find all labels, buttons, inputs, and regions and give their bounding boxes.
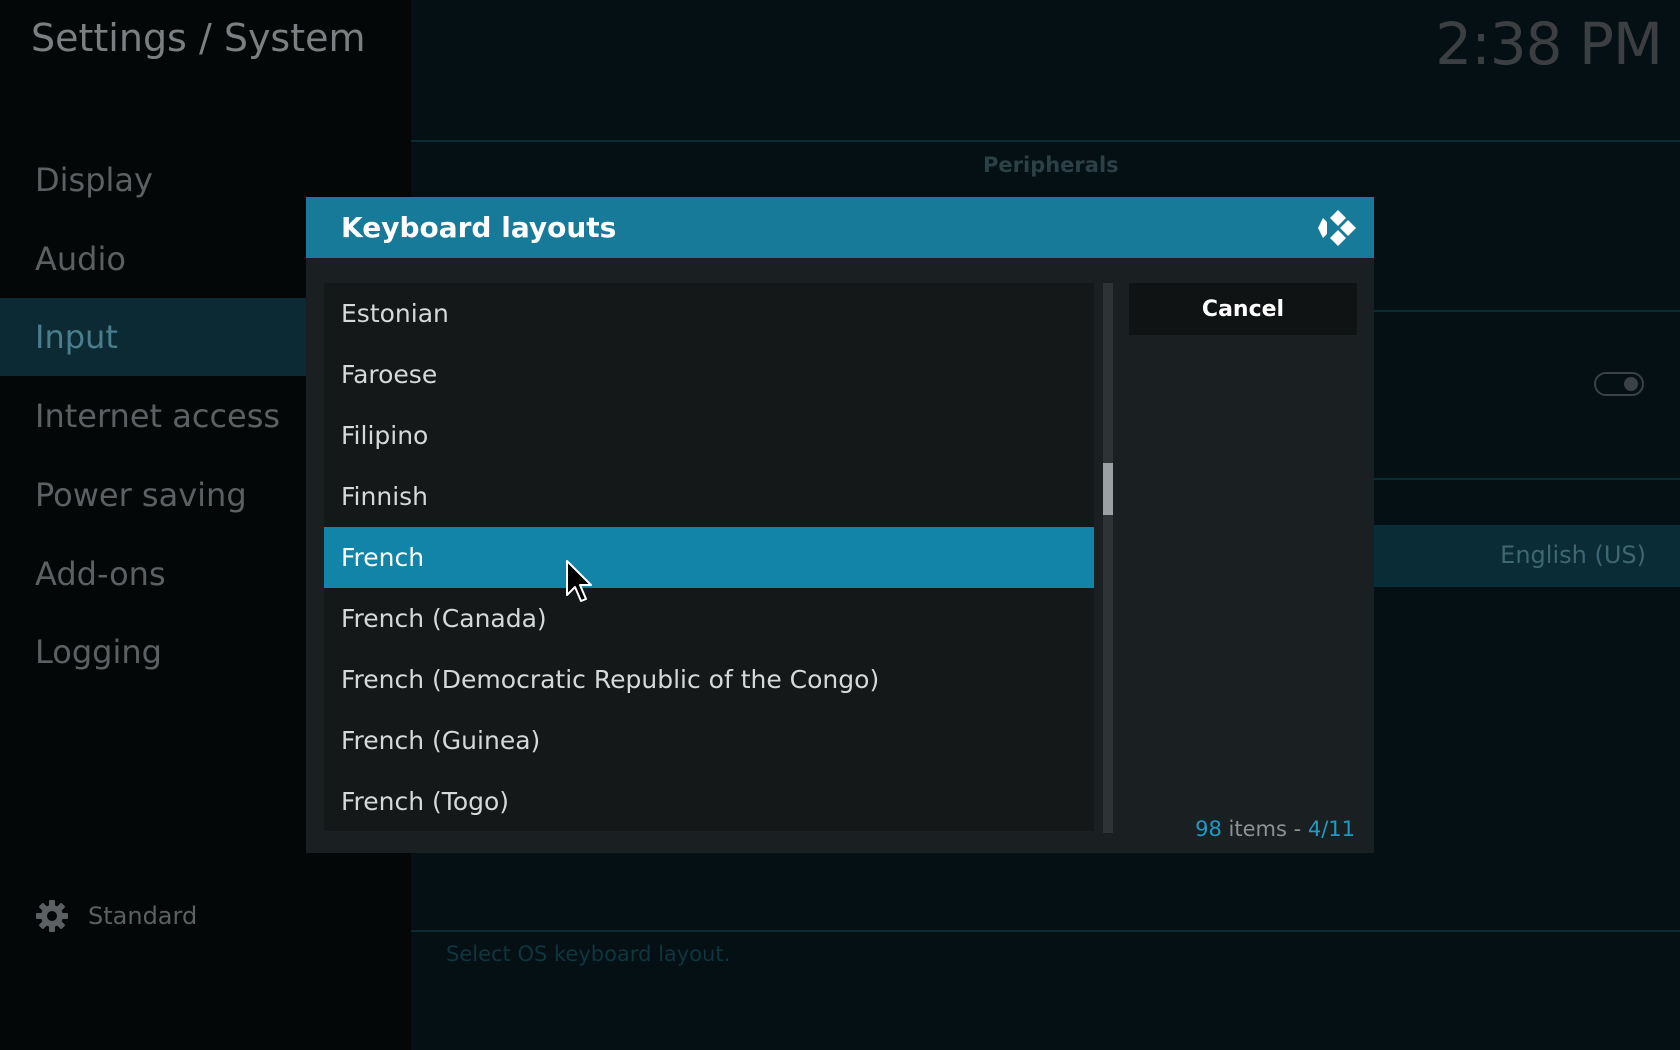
list-scrollbar[interactable] <box>1103 283 1113 833</box>
list-item[interactable]: French (Canada) <box>324 588 1094 649</box>
list-item[interactable]: Faroese <box>324 344 1094 405</box>
scrollbar-thumb[interactable] <box>1103 463 1113 515</box>
list-item-selected[interactable]: French <box>324 527 1094 588</box>
items-label: items - <box>1221 817 1308 841</box>
mouse-cursor-icon <box>566 560 592 602</box>
page-indicator: 4/11 <box>1307 817 1355 841</box>
list-item[interactable]: Filipino <box>324 405 1094 466</box>
page-title: Settings / System <box>31 16 366 60</box>
setting-hint: Select OS keyboard layout. <box>446 942 731 966</box>
kodi-window: Peripherals English (US) Select OS keybo… <box>0 0 1680 1050</box>
setting-toggle[interactable] <box>1594 372 1644 396</box>
list-item[interactable]: Estonian <box>324 283 1094 344</box>
keyboard-layout-value: English (US) <box>1500 541 1646 569</box>
dialog-header: Keyboard layouts <box>306 197 1374 258</box>
list-item[interactable]: Finnish <box>324 466 1094 527</box>
settings-level-label: Standard <box>88 902 198 930</box>
divider <box>411 930 1680 932</box>
cancel-button[interactable]: Cancel <box>1129 283 1357 335</box>
list-item[interactable]: French (Guinea) <box>324 710 1094 771</box>
list-item[interactable]: French (Democratic Republic of the Congo… <box>324 649 1094 710</box>
items-count: 98 items - 4/11 <box>1195 817 1355 841</box>
gear-icon <box>36 900 68 932</box>
items-total: 98 <box>1195 817 1222 841</box>
list-item[interactable]: French (Togo) <box>324 771 1094 831</box>
settings-level-button[interactable]: Standard <box>34 896 197 936</box>
dialog-title: Keyboard layouts <box>341 211 617 244</box>
divider <box>411 140 1680 142</box>
keyboard-layout-list[interactable]: Estonian Faroese Filipino Finnish French… <box>324 283 1094 831</box>
kodi-logo-icon <box>1318 210 1356 246</box>
section-title: Peripherals <box>983 153 1119 177</box>
clock: 2:38 PM <box>1435 10 1663 78</box>
keyboard-layouts-dialog: Keyboard layouts Estonian Faroese Filipi… <box>306 197 1374 853</box>
